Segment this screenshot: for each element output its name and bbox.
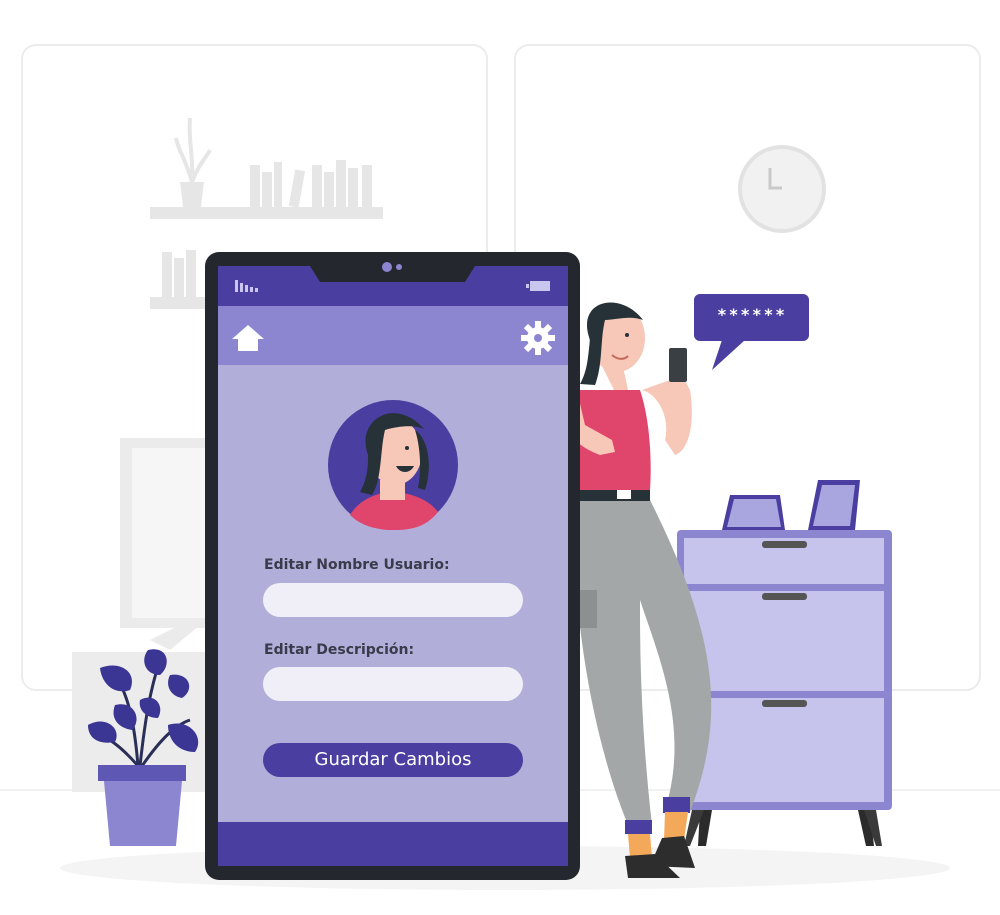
avatar <box>328 400 458 530</box>
gear-icon <box>521 321 555 355</box>
description-label: Editar Descripción: <box>264 642 415 658</box>
password-bubble-text: ****** <box>717 305 787 324</box>
illustration-scene <box>0 44 1000 890</box>
username-field[interactable] <box>263 583 523 617</box>
app-header <box>218 306 568 365</box>
save-changes-button[interactable]: Guardar Cambios <box>263 743 523 777</box>
username-label: Editar Nombre Usuario: <box>264 557 450 573</box>
dresser <box>677 480 892 846</box>
wall-clock <box>738 145 826 233</box>
phone-notch <box>310 266 475 282</box>
description-field[interactable] <box>263 667 523 701</box>
phone-bottom-bar <box>218 822 568 866</box>
